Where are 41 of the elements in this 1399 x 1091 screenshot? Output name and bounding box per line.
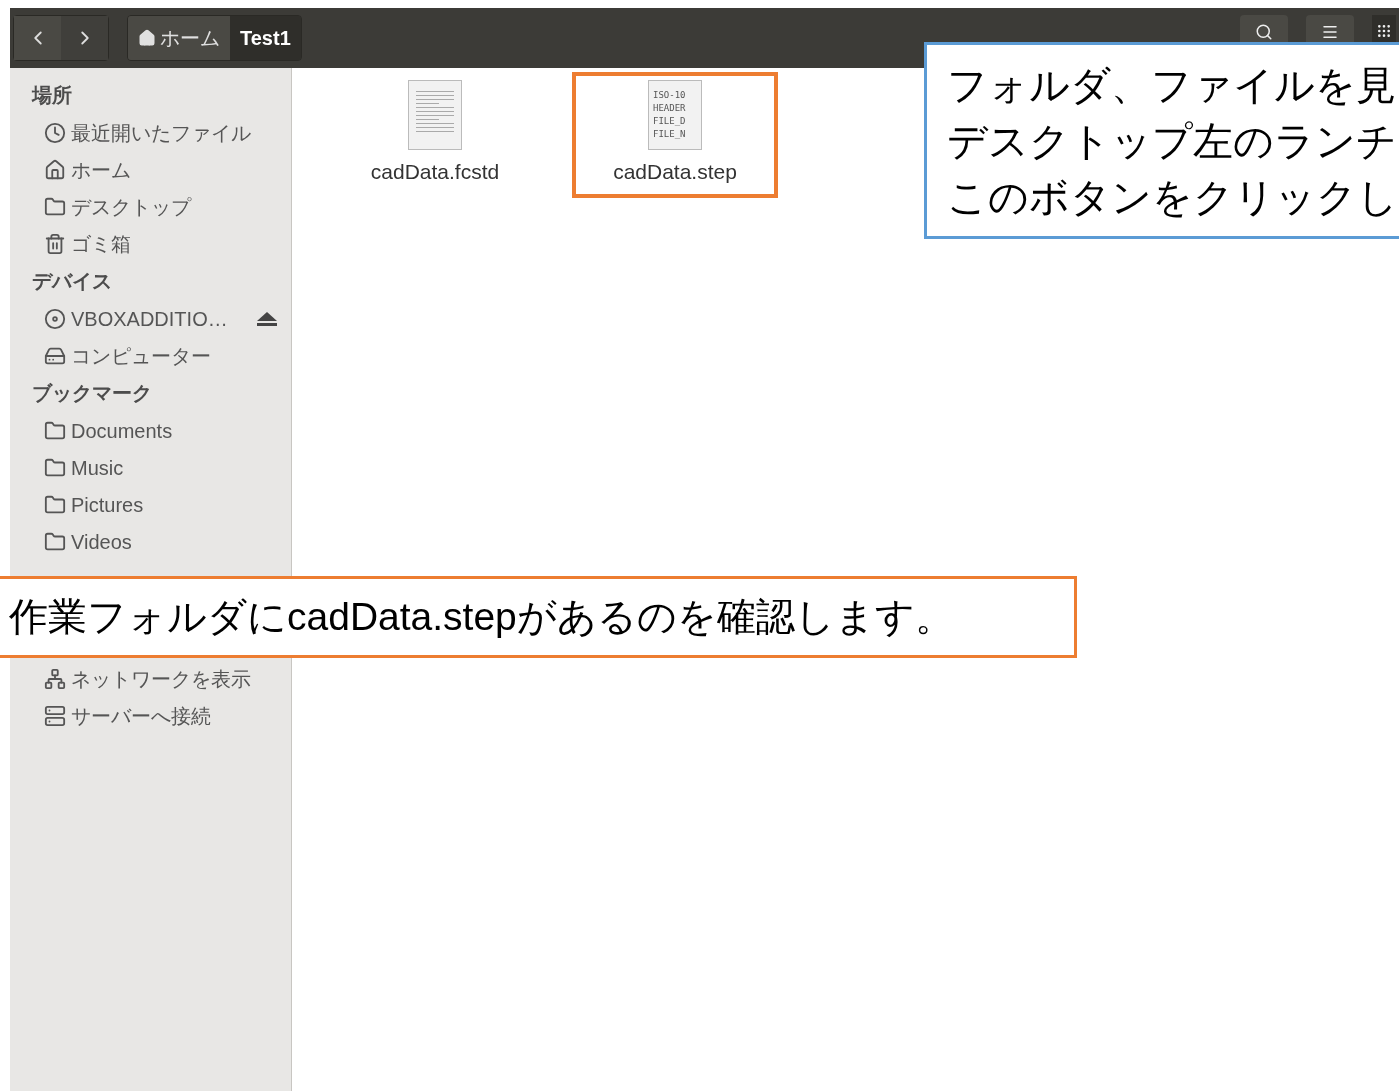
search-button[interactable] xyxy=(1240,15,1288,42)
grid-icon xyxy=(1376,23,1392,39)
menu-button[interactable] xyxy=(1306,15,1354,42)
clock-icon xyxy=(44,121,66,144)
search-icon xyxy=(1255,23,1273,41)
folder-icon xyxy=(44,419,66,442)
folder-icon xyxy=(44,493,66,516)
sidebar-heading: デバイス xyxy=(31,269,113,294)
sidebar-item[interactable]: Music xyxy=(10,449,291,486)
server-icon xyxy=(44,704,66,727)
sidebar-item[interactable]: Documents xyxy=(10,412,291,449)
file-item[interactable]: ISO-10 HEADER FILE_D FILE_N cadData.step xyxy=(572,72,778,198)
folder-icon xyxy=(44,456,66,479)
sidebar-item[interactable]: 最近開いたファイル xyxy=(10,114,291,151)
menu-icon xyxy=(1321,23,1339,41)
sidebar-item[interactable]: Videos xyxy=(10,523,291,560)
sidebar-item[interactable]: ネットワークを表示 xyxy=(10,660,291,697)
sidebar-heading: 場所 xyxy=(30,83,73,108)
callout-text: フォルダ、ファイルを見 xyxy=(947,62,1397,109)
document-icon: ISO-10 HEADER FILE_D FILE_N xyxy=(648,80,702,150)
sidebar-item[interactable]: デスクトップ xyxy=(10,188,291,225)
breadcrumb-button[interactable]: Test1 xyxy=(230,16,301,60)
file-item[interactable]: cadData.fcstd xyxy=(332,72,538,198)
folder-icon xyxy=(44,195,66,218)
trash-icon xyxy=(44,232,66,255)
document-icon xyxy=(408,80,462,150)
callout-text: このボタンをクリックし xyxy=(947,174,1399,221)
sidebar-item[interactable]: VBOXADDITIO… xyxy=(10,300,291,337)
sidebar-item[interactable]: ホーム xyxy=(10,151,291,188)
sidebar-item[interactable]: Pictures xyxy=(10,486,291,523)
disc-icon xyxy=(44,307,66,330)
network-icon xyxy=(44,667,66,690)
sidebar-item[interactable]: サーバーへ接続 xyxy=(10,697,291,734)
breadcrumb-button[interactable]: ホーム xyxy=(128,16,230,60)
grid-button[interactable] xyxy=(1372,15,1396,42)
sidebar-heading: ブックマーク xyxy=(31,381,153,406)
callout-text: 作業フォルダにcadData.stepがあるのを確認します。 xyxy=(9,594,955,640)
folder-icon xyxy=(44,530,66,553)
sidebar-item[interactable]: コンピューター xyxy=(10,337,291,374)
sidebar-item[interactable]: ゴミ箱 xyxy=(10,225,291,262)
callout-text: デスクトップ左のランチ xyxy=(947,118,1398,165)
